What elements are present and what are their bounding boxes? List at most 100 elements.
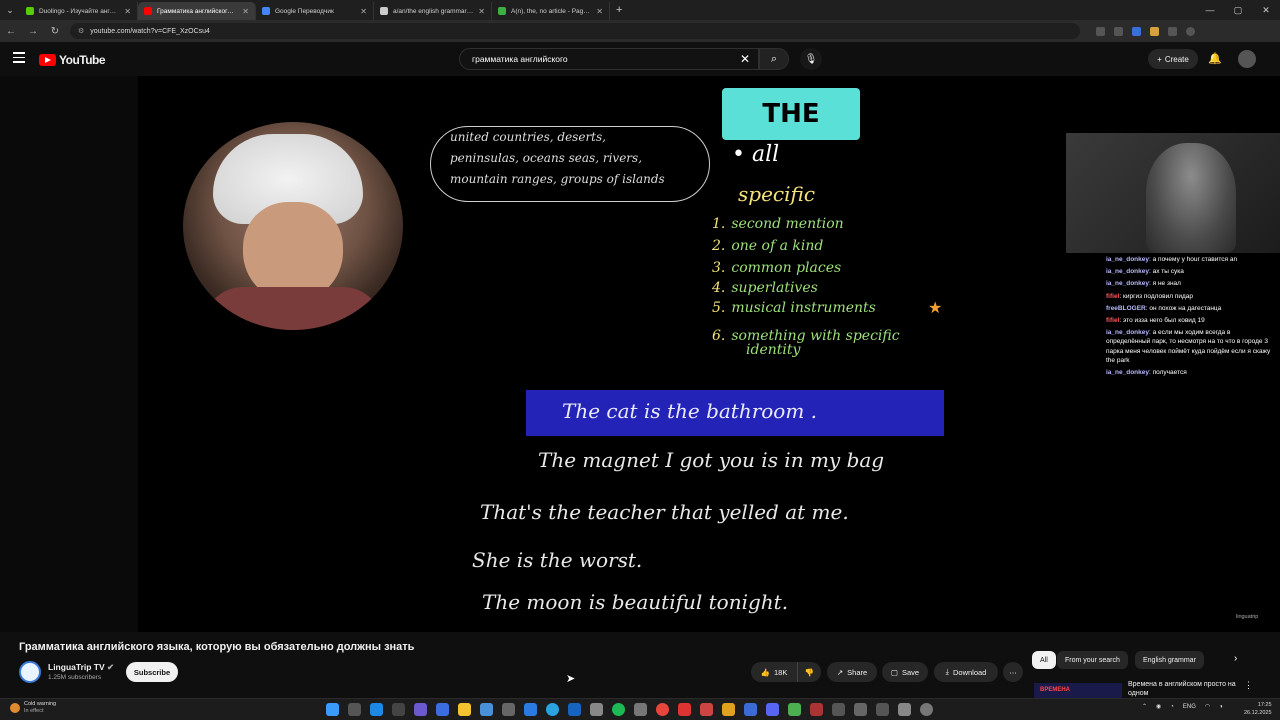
back-icon[interactable]: ← [4,26,18,37]
extension-icon[interactable] [1168,26,1177,36]
search-button[interactable]: ⌕ [759,48,789,70]
minimize-icon[interactable]: — [1196,5,1224,15]
browser-tab[interactable]: A(n), the, no article - Page 3 of... ✕ [492,2,610,20]
app-icon[interactable] [810,703,823,716]
chat-username: ia_ne_donkey [1106,280,1149,288]
app-icon[interactable] [634,703,647,716]
network-icon[interactable]: ◉ [1156,703,1161,710]
extension-icon[interactable] [1150,26,1159,36]
settings-icon[interactable] [920,703,933,716]
menu-icon[interactable] [13,52,25,66]
spotify-icon[interactable] [612,703,625,716]
logo-text: YouTube [59,53,106,67]
app-icon[interactable] [722,703,735,716]
subscribe-button[interactable]: Subscribe [126,662,178,682]
video-player[interactable]: united countries, deserts, peninsulas, oc… [0,76,1280,632]
chat-message: ia_ne_donkey: я не знал [1106,280,1181,288]
dislike-button[interactable]: 👎 [797,662,821,682]
recommendation-title[interactable]: Времена в английском просто на одном [1128,680,1238,698]
browser-tab[interactable]: a/an/the english grammar gam... ✕ [374,2,492,20]
app-icon[interactable] [744,703,757,716]
tab-close-icon[interactable]: ✕ [124,7,131,16]
youtube-logo[interactable]: YouTube [39,53,106,67]
account-avatar[interactable] [1238,50,1256,68]
tab-close-icon[interactable]: ✕ [360,7,367,16]
app-icon[interactable] [788,703,801,716]
app-icon[interactable] [524,703,537,716]
tray-expand-icon[interactable]: ⌃ [1142,703,1147,710]
extension-icon[interactable] [1132,26,1141,36]
tab-search-icon[interactable]: ⌄ [0,0,20,20]
app-icon[interactable] [392,703,405,716]
chip-from-search[interactable]: From your search [1057,651,1128,669]
browser-tab[interactable]: Грамматика английского я... ✕ [138,2,256,20]
app-icon[interactable] [502,703,515,716]
weather-widget[interactable]: Cold warning In effect [10,701,56,715]
search-input[interactable]: грамматика английского [459,48,759,70]
speaker-icon[interactable]: ◑ [1219,704,1223,710]
close-window-icon[interactable]: ✕ [1252,5,1280,16]
taskbar-apps [326,703,933,716]
wifi-icon[interactable]: ◠ [1205,703,1210,710]
save-button[interactable]: ▢ Save [882,662,928,682]
channel-avatar[interactable] [19,661,41,683]
volume-icon[interactable]: ◔ [1170,704,1174,710]
chrome-icon[interactable] [656,703,669,716]
site-info-icon[interactable]: ⚙ [78,27,84,35]
tab-close-icon[interactable]: ✕ [478,7,485,16]
app-icon[interactable] [436,703,449,716]
notifications-bell-icon[interactable]: 🔔 [1208,52,1222,65]
chevron-right-icon[interactable]: › [1234,653,1237,664]
app-icon[interactable] [370,703,383,716]
app-icon[interactable] [678,703,691,716]
start-icon[interactable] [326,703,339,716]
tab-close-icon[interactable]: ✕ [242,7,249,16]
more-actions-button[interactable]: ⋯ [1003,662,1023,682]
language-indicator[interactable]: ENG [1183,704,1196,710]
folder-icon[interactable] [458,703,471,716]
tab-close-icon[interactable]: ✕ [596,7,603,16]
reload-icon[interactable]: ↻ [48,26,62,37]
share-button[interactable]: ↗ Share [827,662,877,682]
channel-name[interactable]: LinguaTrip TV ✔ [48,662,114,673]
url-field[interactable]: ⚙ youtube.com/watch?v=CFE_XzOCsu4 [70,23,1080,39]
maximize-icon[interactable]: ▢ [1224,5,1252,16]
clock-time: 17:25 [1257,702,1272,708]
app-icon[interactable] [854,703,867,716]
app-icon[interactable] [898,703,911,716]
weather-icon [10,703,20,713]
browser-tab[interactable]: Duolingo - Изучайте английск... ✕ [20,2,138,20]
browser-tab[interactable]: Google Переводчик ✕ [256,2,374,20]
create-button[interactable]: + Create [1148,49,1198,69]
search-taskbar-icon[interactable] [348,703,361,716]
app-icon[interactable] [480,703,493,716]
forward-icon[interactable]: → [26,26,40,37]
tab-favicon [262,7,270,15]
system-clock[interactable]: 17:25 26.12.2025 [1244,701,1272,717]
star-icon: ★ [928,300,943,317]
telegram-icon[interactable] [546,703,559,716]
download-button[interactable]: ⤓ Download [934,662,998,682]
app-icon[interactable] [590,703,603,716]
discord-icon[interactable] [766,703,779,716]
bubble-line: peninsulas, oceans seas, rivers, [450,151,643,165]
chip-all[interactable]: All [1032,651,1056,669]
extension-icon[interactable] [1096,26,1105,36]
app-icon[interactable] [700,703,713,716]
create-label: Create [1164,54,1189,64]
chip-english-grammar[interactable]: English grammar [1135,651,1204,669]
chat-username: fifiel [1106,292,1120,300]
new-tab-button[interactable]: + [616,4,622,16]
specific-note: specific [738,182,816,206]
recommendation-more-icon[interactable]: ⋮ [1244,680,1253,691]
voice-search-button[interactable]: 🎙 [800,48,822,70]
like-button[interactable]: 👍 18K [751,662,797,682]
app-icon[interactable] [568,703,581,716]
profile-icon[interactable] [1186,26,1195,36]
clear-search-icon[interactable]: ✕ [740,52,750,66]
app-icon[interactable] [414,703,427,716]
app-icon[interactable] [876,703,889,716]
app-icon[interactable] [832,703,845,716]
recommendation-thumbnail[interactable]: ВРЕМЕНА [1034,683,1122,699]
extension-icon[interactable] [1114,26,1123,36]
